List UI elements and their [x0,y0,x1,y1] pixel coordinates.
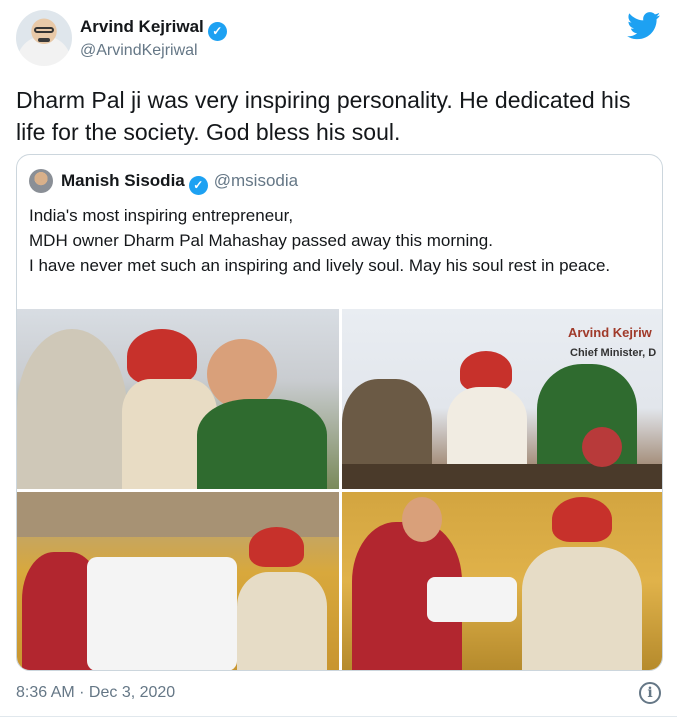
photo-red-turban [249,527,304,567]
twitter-bird-icon[interactable] [627,12,661,40]
photo-table [342,464,662,489]
avatar-mustache [38,38,50,42]
photo-handover[interactable] [342,492,662,670]
quoted-author-name: Manish Sisodia [61,171,185,190]
author-name[interactable]: Arvind Kejriwal ✓ [80,17,227,41]
photo-banner-title: Arvind Kejriw [568,325,652,340]
photo-grid: Arvind Kejriw Chief Minister, D [17,309,662,670]
photo-red-turban [460,351,512,391]
photo-elder-body [237,572,327,670]
author-avatar[interactable] [16,10,72,66]
quoted-author-avatar [29,169,53,193]
photo-man-head [402,497,442,542]
photo-person-back [17,329,127,489]
quoted-tweet-text: India's most inspiring entrepreneur, MDH… [29,203,649,278]
photo-elder-body [522,547,642,670]
tweet-timestamp[interactable]: 8:36 AM · Dec 3, 2020 [16,684,175,702]
quoted-text-line: I have never met such an inspiring and l… [29,256,611,275]
avatar-glasses [34,27,54,33]
tweet-card: Arvind Kejriwal ✓ @ArvindKejriwal Dharm P… [0,0,677,717]
photo-ppe-kit[interactable] [17,492,339,670]
photo-flowers [582,427,622,467]
verified-badge-icon: ✓ [207,22,227,41]
photo-elder-body [447,387,527,467]
photo-ppe-package [427,577,517,622]
author-name-text: Arvind Kejriwal [80,17,204,36]
quoted-text-line: MDH owner Dharm Pal Mahashay passed away… [29,231,493,250]
photo-embrace[interactable] [17,309,339,489]
photo-banner-subtitle: Chief Minister, D [570,347,657,359]
photo-red-turban [127,329,197,384]
photo-event[interactable]: Arvind Kejriw Chief Minister, D [342,309,662,489]
quoted-verified-badge-icon: ✓ [188,176,208,195]
quoted-tweet[interactable]: Manish Sisodia ✓ @msisodia India's most in… [16,154,663,671]
info-icon[interactable]: i [639,682,661,704]
author-handle[interactable]: @ArvindKejriwal [80,42,198,60]
photo-green-sweater [197,399,327,489]
photo-ppe-suit [87,557,237,670]
tweet-text: Dharm Pal ji was very inspiring personal… [16,87,631,145]
quoted-author-handle: @msisodia [213,171,299,190]
quoted-author: Manish Sisodia ✓ @msisodia [61,171,298,195]
quoted-text-line: India's most inspiring entrepreneur, [29,206,294,225]
photo-red-turban [552,497,612,542]
